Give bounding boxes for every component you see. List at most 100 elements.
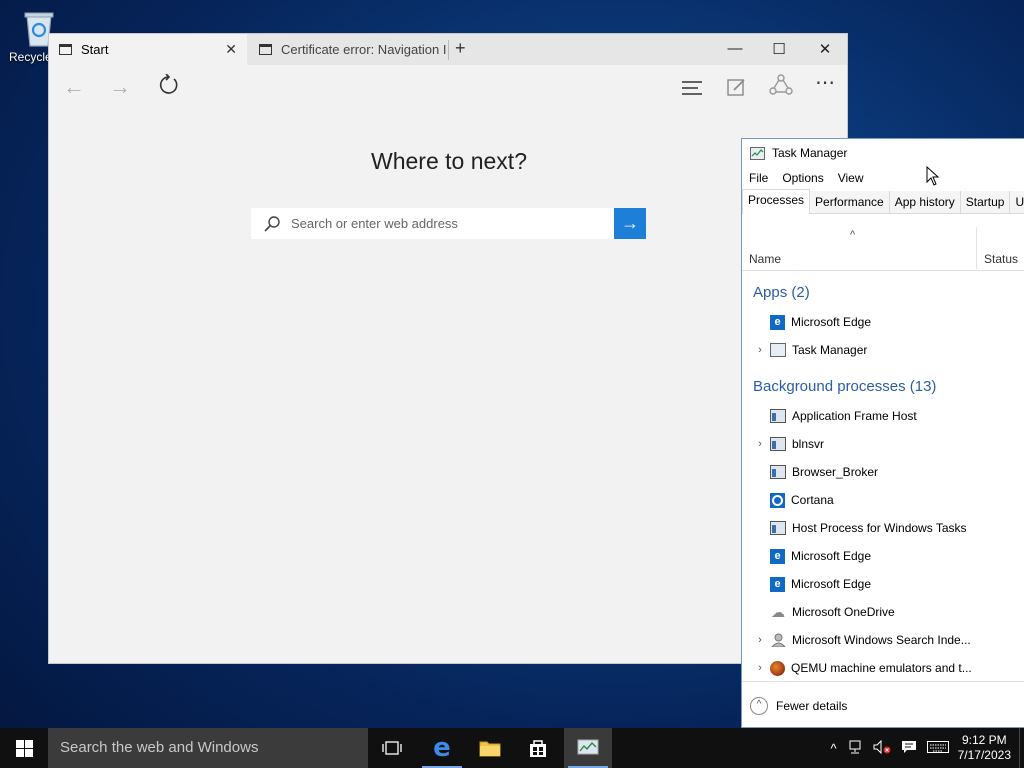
cortana-icon — [770, 492, 785, 508]
task-manager-titlebar: Task Manager — [750, 146, 847, 160]
process-name: blnsvr — [792, 437, 825, 451]
web-note-icon[interactable] — [727, 76, 747, 102]
keyboard-icon[interactable] — [926, 740, 949, 756]
task-manager-window: Task Manager File Options View Processes… — [741, 138, 1024, 728]
action-center-icon[interactable] — [901, 740, 917, 757]
window-frame-icon — [770, 465, 786, 479]
share-icon[interactable] — [769, 74, 793, 102]
clock-time: 9:12 PM — [961, 733, 1007, 747]
process-row[interactable]: Cortana — [742, 486, 1024, 514]
process-row[interactable]: e Microsoft Edge — [742, 308, 1024, 336]
address-search-box[interactable] — [251, 208, 615, 239]
column-header-row: ^ Name Status — [742, 227, 1024, 271]
process-row[interactable]: Application Frame Host — [742, 402, 1024, 430]
expand-chevron-icon[interactable]: › — [742, 634, 770, 646]
system-tray: ^ 9:12 PM 7/17/2023 — [826, 728, 1024, 768]
background-group-header: Background processes (13) — [753, 378, 937, 395]
process-row[interactable]: ☁ Microsoft OneDrive — [742, 598, 1024, 626]
expand-chevron-icon[interactable]: › — [742, 344, 770, 356]
column-divider[interactable] — [976, 227, 977, 269]
window-frame-icon — [770, 521, 786, 535]
show-hidden-icons-chevron-icon[interactable]: ^ — [831, 741, 837, 756]
task-view-button[interactable] — [368, 728, 416, 768]
process-row[interactable]: › Microsoft Windows Search Inde... — [742, 626, 1024, 654]
clock-date: 7/17/2023 — [957, 748, 1011, 762]
process-row[interactable]: Host Process for Windows Tasks — [742, 514, 1024, 542]
tab-processes[interactable]: Processes — [742, 189, 811, 214]
volume-muted-icon[interactable] — [873, 739, 891, 757]
store-bag-icon — [530, 740, 546, 757]
process-name: Microsoft Edge — [791, 549, 872, 563]
taskbar-search-box[interactable]: Search the web and Windows — [48, 728, 368, 768]
expand-chevron-icon[interactable]: › — [742, 438, 770, 450]
user-icon — [770, 633, 786, 647]
qemu-icon — [770, 660, 785, 676]
task-manager-footer: ^ Fewer details — [742, 681, 1024, 727]
fewer-details-button[interactable]: ^ Fewer details — [750, 697, 847, 715]
tab-start-label: Start — [81, 42, 109, 57]
process-row[interactable]: Browser_Broker — [742, 458, 1024, 486]
tab-app-history[interactable]: App history — [889, 191, 961, 213]
task-manager-icon — [577, 739, 599, 755]
tab-start[interactable]: Start ✕ — [49, 34, 247, 65]
process-row[interactable]: e Microsoft Edge — [742, 542, 1024, 570]
edge-icon: e — [770, 576, 785, 592]
windows-logo-icon — [15, 739, 33, 757]
tab-startup[interactable]: Startup — [960, 191, 1011, 213]
process-name: Task Manager — [792, 343, 868, 357]
tab-users[interactable]: U — [1010, 191, 1024, 213]
process-name: Application Frame Host — [792, 409, 917, 423]
task-view-icon — [382, 741, 402, 755]
process-row[interactable]: › Task Manager — [742, 336, 1024, 364]
column-name[interactable]: Name — [749, 252, 781, 266]
close-window-button[interactable]: ✕ — [815, 40, 835, 58]
go-arrow-button[interactable]: → — [614, 208, 646, 239]
maximize-button[interactable]: ☐ — [769, 40, 789, 58]
page-icon — [59, 44, 72, 55]
chevron-up-icon: ^ — [750, 697, 768, 715]
close-tab-icon[interactable]: ✕ — [225, 41, 237, 58]
edge-icon: e — [770, 314, 785, 330]
address-search-input[interactable] — [291, 216, 591, 231]
expand-chevron-icon[interactable]: › — [742, 662, 770, 674]
task-manager-menu: File Options View — [749, 171, 864, 185]
tab-divider — [448, 40, 449, 60]
taskbar-task-manager-button[interactable] — [564, 728, 612, 768]
clock[interactable]: 9:12 PM 7/17/2023 — [958, 733, 1011, 763]
forward-arrow-icon[interactable]: → — [109, 74, 131, 100]
menu-options[interactable]: Options — [782, 171, 823, 185]
menu-file[interactable]: File — [749, 171, 768, 185]
edge-tab-bar: Start ✕ Certificate error: Navigation I … — [49, 34, 847, 65]
taskbar-store-button[interactable] — [514, 728, 562, 768]
process-name: Host Process for Windows Tasks — [792, 521, 967, 535]
process-row[interactable]: › QEMU machine emulators and t... — [742, 654, 1024, 682]
process-name: Microsoft Edge — [791, 315, 872, 329]
refresh-icon[interactable] — [157, 73, 179, 102]
new-tab-button[interactable]: + — [455, 38, 466, 59]
hub-icon[interactable] — [681, 76, 703, 102]
process-row[interactable]: e Microsoft Edge — [742, 570, 1024, 598]
column-status[interactable]: Status — [984, 252, 1018, 266]
tab-certificate-error[interactable]: Certificate error: Navigation I — [249, 34, 449, 65]
show-desktop-button[interactable] — [1019, 728, 1024, 768]
fewer-details-label: Fewer details — [776, 699, 848, 713]
process-row[interactable]: › blnsvr — [742, 430, 1024, 458]
network-icon[interactable] — [847, 740, 863, 757]
window-frame-icon — [770, 409, 786, 423]
minimize-button[interactable]: — — [725, 40, 745, 57]
taskbar-file-explorer-button[interactable] — [466, 728, 514, 768]
process-name: QEMU machine emulators and t... — [791, 661, 972, 675]
task-manager-icon — [750, 146, 765, 160]
cloud-icon: ☁ — [771, 603, 785, 620]
apps-group-header: Apps (2) — [753, 284, 810, 301]
sort-caret-icon: ^ — [850, 229, 856, 241]
edge-window: Start ✕ Certificate error: Navigation I … — [48, 33, 848, 664]
start-button[interactable] — [0, 728, 48, 768]
back-arrow-icon[interactable]: ← — [63, 74, 85, 100]
tab-performance[interactable]: Performance — [810, 191, 890, 213]
taskbar-edge-button[interactable]: e — [418, 728, 466, 768]
menu-view[interactable]: View — [838, 171, 864, 185]
edge-icon: e — [433, 733, 451, 763]
process-name: Cortana — [791, 493, 834, 507]
more-options-icon[interactable]: ⋯ — [815, 70, 835, 95]
